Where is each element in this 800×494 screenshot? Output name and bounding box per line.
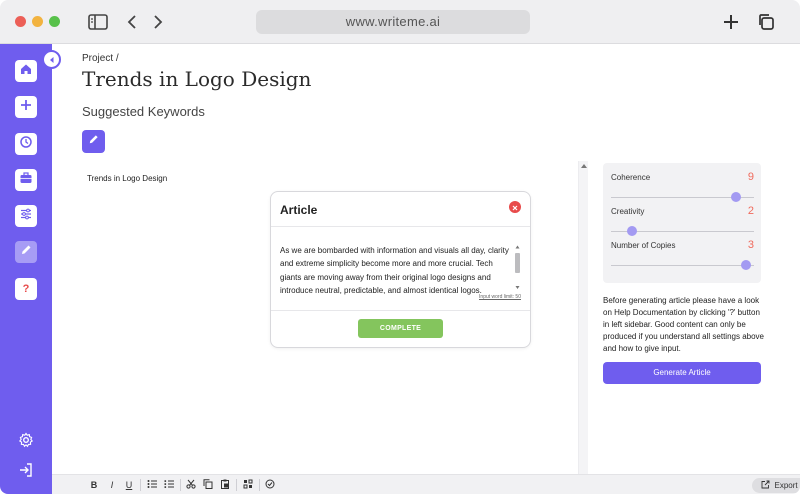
sidebar-item-help[interactable]: ? xyxy=(15,278,37,300)
app-sidebar: ? xyxy=(0,44,52,494)
chevron-left-icon xyxy=(48,51,56,69)
slider-thumb[interactable] xyxy=(730,192,741,202)
question-icon: ? xyxy=(22,283,30,295)
pencil-icon xyxy=(87,133,100,151)
generate-article-button[interactable]: Generate Article xyxy=(603,362,761,384)
external-link-icon xyxy=(761,480,770,491)
check-circle-icon xyxy=(265,479,275,491)
slider-thumb[interactable] xyxy=(626,226,637,236)
close-icon xyxy=(512,198,518,216)
help-instructions: Before generating article please have a … xyxy=(603,296,764,353)
generation-settings-panel: Coherence 9 Creativity 2 Number of Copie… xyxy=(603,163,761,283)
browser-titlebar: www.writeme.ai xyxy=(0,0,800,44)
setting-value: 9 xyxy=(747,171,754,183)
sidebar-item-settings-sliders[interactable] xyxy=(15,205,37,227)
home-icon xyxy=(19,62,33,81)
cut-button[interactable] xyxy=(185,479,197,491)
briefcase-icon xyxy=(19,171,33,190)
export-label: Export as PDF xyxy=(774,481,800,490)
scissors-icon xyxy=(186,479,196,491)
divider xyxy=(180,479,181,491)
sidebar-item-home[interactable] xyxy=(15,60,37,82)
app-window: www.writeme.ai ? Project / Trends in Log… xyxy=(0,0,800,494)
slider-thumb[interactable] xyxy=(741,260,752,270)
gear-icon xyxy=(18,432,34,453)
close-window-button[interactable] xyxy=(15,16,26,27)
sidebar-toggle-icon[interactable] xyxy=(87,11,109,33)
suggested-keywords-heading: Suggested Keywords xyxy=(82,104,205,119)
maximize-window-button[interactable] xyxy=(49,16,60,27)
setting-label: Coherence xyxy=(611,173,651,182)
sidebar-item-preferences[interactable] xyxy=(16,432,36,452)
sliders-icon xyxy=(19,207,33,226)
clock-icon xyxy=(19,135,33,154)
minimize-window-button[interactable] xyxy=(32,16,43,27)
logout-icon xyxy=(18,462,34,483)
bullet-list-button[interactable] xyxy=(146,479,158,491)
clipboard-icon xyxy=(220,479,230,491)
underline-button[interactable]: U xyxy=(123,479,135,491)
spell-check-button[interactable] xyxy=(264,479,276,491)
setting-label: Number of Copies xyxy=(611,241,676,250)
bold-button[interactable]: B xyxy=(88,479,100,491)
editor-scrollbar[interactable] xyxy=(578,161,588,474)
sidebar-item-edit[interactable] xyxy=(15,241,37,263)
numbered-list-button[interactable] xyxy=(163,479,175,491)
complete-button[interactable]: COMPLETE xyxy=(358,319,443,338)
page-title: Trends in Logo Design xyxy=(82,67,312,91)
sidebar-collapse-button[interactable] xyxy=(42,50,61,69)
setting-value: 3 xyxy=(747,239,754,251)
word-count-icon xyxy=(243,479,253,491)
dialog-close-button[interactable] xyxy=(509,201,521,213)
export-pdf-button[interactable]: Export as PDF xyxy=(752,478,800,493)
divider xyxy=(271,226,530,227)
setting-value: 2 xyxy=(747,205,754,217)
divider xyxy=(271,310,530,311)
new-tab-plus-icon[interactable] xyxy=(720,11,742,33)
word-count-button[interactable] xyxy=(242,479,254,491)
divider xyxy=(236,479,237,491)
italic-button[interactable]: I xyxy=(106,479,118,491)
back-arrow-icon[interactable] xyxy=(121,11,143,33)
sidebar-item-projects[interactable] xyxy=(15,169,37,191)
divider xyxy=(140,479,141,491)
copy-icon xyxy=(203,479,213,491)
formatting-toolbar: B I U Export as PDF xyxy=(52,474,800,494)
scroll-up-arrow-icon[interactable] xyxy=(581,164,587,168)
textarea-scrollbar[interactable] xyxy=(514,244,521,291)
plus-icon xyxy=(19,98,33,117)
word-limit-note: Input word limit: 50 xyxy=(479,294,521,300)
document-heading[interactable]: Trends in Logo Design xyxy=(87,174,167,183)
slider-track[interactable] xyxy=(611,265,754,266)
setting-label: Creativity xyxy=(611,207,645,216)
divider xyxy=(259,479,260,491)
copy-button[interactable] xyxy=(202,479,214,491)
sidebar-item-history[interactable] xyxy=(15,133,37,155)
tabs-overview-icon[interactable] xyxy=(755,11,777,33)
scroll-thumb[interactable] xyxy=(515,253,520,273)
forward-arrow-icon[interactable] xyxy=(147,11,169,33)
pencil-icon xyxy=(19,243,33,262)
edit-keywords-button[interactable] xyxy=(82,130,105,153)
bullet-list-icon xyxy=(147,479,157,491)
dialog-title: Article xyxy=(280,203,318,217)
article-dialog: Article As we are bombarded with informa… xyxy=(270,191,531,348)
sidebar-item-logout[interactable] xyxy=(16,462,36,482)
address-bar[interactable]: www.writeme.ai xyxy=(256,10,530,34)
numbered-list-icon xyxy=(164,479,174,491)
sidebar-item-new[interactable] xyxy=(15,96,37,118)
article-textarea[interactable]: As we are bombarded with information and… xyxy=(280,244,512,298)
paste-button[interactable] xyxy=(219,479,231,491)
breadcrumb[interactable]: Project / xyxy=(82,53,119,64)
